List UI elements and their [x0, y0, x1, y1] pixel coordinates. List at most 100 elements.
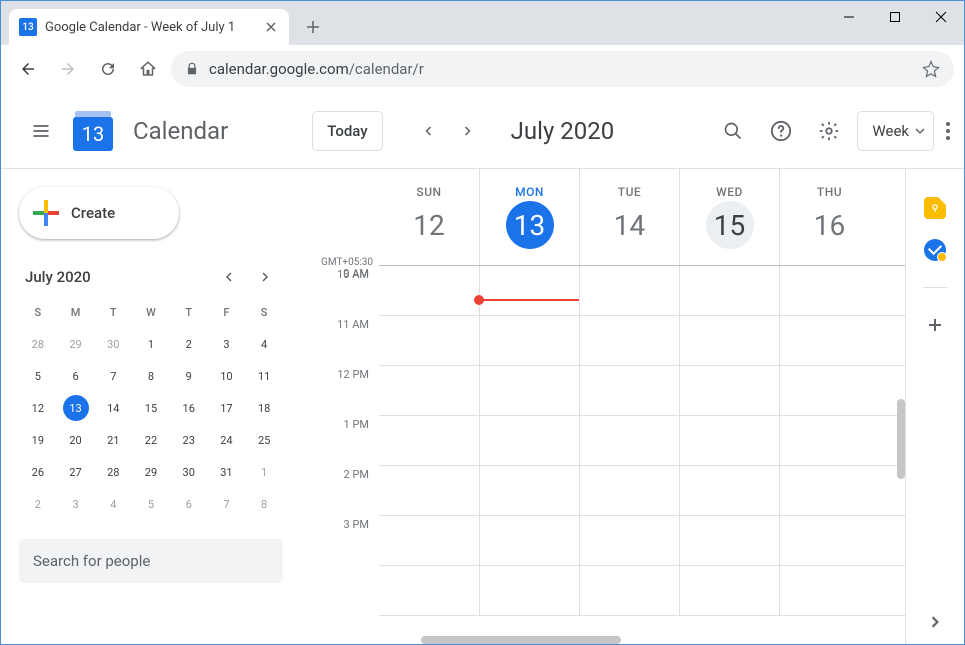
- browser-tab[interactable]: 13 Google Calendar - Week of July 1: [9, 9, 289, 45]
- mini-day-cell[interactable]: 20: [57, 425, 95, 455]
- time-cell[interactable]: [579, 366, 679, 415]
- mini-day-cell[interactable]: 10: [208, 361, 246, 391]
- mini-day-cell[interactable]: 11: [245, 361, 283, 391]
- time-cell[interactable]: [479, 266, 579, 315]
- time-cell[interactable]: [579, 466, 679, 515]
- help-button[interactable]: [761, 111, 801, 151]
- time-cell[interactable]: [379, 416, 479, 465]
- main-menu-button[interactable]: [21, 111, 61, 151]
- mini-day-cell[interactable]: 2: [19, 489, 57, 519]
- day-column-header[interactable]: SUN12: [379, 169, 479, 265]
- day-column-header[interactable]: THU16: [779, 169, 879, 265]
- time-cell[interactable]: [679, 416, 779, 465]
- mini-day-cell[interactable]: 28: [19, 329, 57, 359]
- address-bar[interactable]: calendar.google.com/calendar/r: [171, 51, 954, 87]
- time-cell[interactable]: [679, 466, 779, 515]
- mini-day-cell[interactable]: 6: [57, 361, 95, 391]
- time-cell[interactable]: [579, 516, 679, 565]
- home-button[interactable]: [131, 52, 165, 86]
- vertical-scrollbar[interactable]: [897, 399, 905, 479]
- time-cell[interactable]: [579, 416, 679, 465]
- bookmark-star-icon[interactable]: [922, 60, 940, 78]
- time-cell[interactable]: [779, 266, 879, 315]
- mini-day-cell[interactable]: 21: [94, 425, 132, 455]
- horizontal-scrollbar[interactable]: [421, 636, 621, 644]
- mini-day-cell[interactable]: 31: [208, 457, 246, 487]
- mini-day-cell[interactable]: 3: [57, 489, 95, 519]
- time-cell[interactable]: [779, 416, 879, 465]
- time-cell[interactable]: [779, 566, 879, 615]
- mini-day-cell[interactable]: 29: [57, 329, 95, 359]
- day-column-header[interactable]: WED15: [679, 169, 779, 265]
- mini-day-cell[interactable]: 25: [245, 425, 283, 455]
- mini-day-cell[interactable]: 23: [170, 425, 208, 455]
- time-cell[interactable]: [479, 416, 579, 465]
- mini-day-cell[interactable]: 19: [19, 425, 57, 455]
- mini-day-cell[interactable]: 16: [170, 393, 208, 423]
- time-cell[interactable]: [379, 566, 479, 615]
- mini-day-cell[interactable]: 29: [132, 457, 170, 487]
- time-cell[interactable]: [679, 566, 779, 615]
- mini-day-cell[interactable]: 24: [208, 425, 246, 455]
- mini-day-cell[interactable]: 8: [132, 361, 170, 391]
- time-cell[interactable]: [479, 466, 579, 515]
- day-number[interactable]: 15: [706, 201, 754, 249]
- mini-day-cell[interactable]: 4: [245, 329, 283, 359]
- time-cell[interactable]: [479, 566, 579, 615]
- mini-day-cell[interactable]: 30: [170, 457, 208, 487]
- mini-day-cell[interactable]: 12: [19, 393, 57, 423]
- time-cell[interactable]: [379, 366, 479, 415]
- time-cell[interactable]: [679, 266, 779, 315]
- mini-day-cell[interactable]: 7: [94, 361, 132, 391]
- collapse-panel-button[interactable]: [929, 616, 941, 628]
- mini-day-cell[interactable]: 22: [132, 425, 170, 455]
- time-cell[interactable]: [579, 566, 679, 615]
- mini-prev-button[interactable]: [217, 265, 241, 289]
- mini-day-cell[interactable]: 7: [208, 489, 246, 519]
- window-close-button[interactable]: [918, 1, 964, 33]
- day-number[interactable]: 13: [506, 201, 554, 249]
- time-cell[interactable]: [479, 516, 579, 565]
- time-cell[interactable]: [579, 266, 679, 315]
- time-cell[interactable]: [679, 316, 779, 365]
- time-cell[interactable]: [679, 366, 779, 415]
- keep-icon[interactable]: [924, 197, 946, 219]
- close-tab-icon[interactable]: [263, 19, 279, 35]
- view-selector[interactable]: Week: [857, 111, 934, 151]
- forward-button[interactable]: [51, 52, 85, 86]
- mini-day-cell[interactable]: 4: [94, 489, 132, 519]
- mini-day-cell[interactable]: 1: [245, 457, 283, 487]
- new-tab-button[interactable]: [299, 13, 327, 41]
- back-button[interactable]: [11, 52, 45, 86]
- mini-day-cell[interactable]: 5: [19, 361, 57, 391]
- time-cell[interactable]: [779, 366, 879, 415]
- prev-period-button[interactable]: [411, 113, 447, 149]
- search-button[interactable]: [713, 111, 753, 151]
- tasks-icon[interactable]: [924, 239, 946, 261]
- search-people-input[interactable]: Search for people: [19, 539, 283, 583]
- day-number[interactable]: 12: [405, 201, 453, 249]
- next-period-button[interactable]: [449, 113, 485, 149]
- time-cell[interactable]: [779, 516, 879, 565]
- mini-day-cell[interactable]: 28: [94, 457, 132, 487]
- mini-day-cell[interactable]: 8: [245, 489, 283, 519]
- time-cell[interactable]: [479, 366, 579, 415]
- window-minimize-button[interactable]: [826, 1, 872, 33]
- mini-day-cell[interactable]: 1: [132, 329, 170, 359]
- mini-day-cell[interactable]: 30: [94, 329, 132, 359]
- time-cell[interactable]: [379, 466, 479, 515]
- today-button[interactable]: Today: [312, 111, 382, 151]
- day-column-header[interactable]: MON13: [479, 169, 579, 265]
- create-button[interactable]: Create: [19, 187, 179, 239]
- mini-day-cell[interactable]: 14: [94, 393, 132, 423]
- mini-next-button[interactable]: [253, 265, 277, 289]
- day-number[interactable]: 16: [806, 201, 854, 249]
- mini-day-cell[interactable]: 6: [170, 489, 208, 519]
- time-cell[interactable]: [379, 516, 479, 565]
- mini-day-cell[interactable]: 13: [63, 395, 89, 421]
- time-cell[interactable]: [579, 316, 679, 365]
- day-number[interactable]: 14: [606, 201, 654, 249]
- time-cell[interactable]: [679, 516, 779, 565]
- mini-day-cell[interactable]: 9: [170, 361, 208, 391]
- mini-day-cell[interactable]: 15: [132, 393, 170, 423]
